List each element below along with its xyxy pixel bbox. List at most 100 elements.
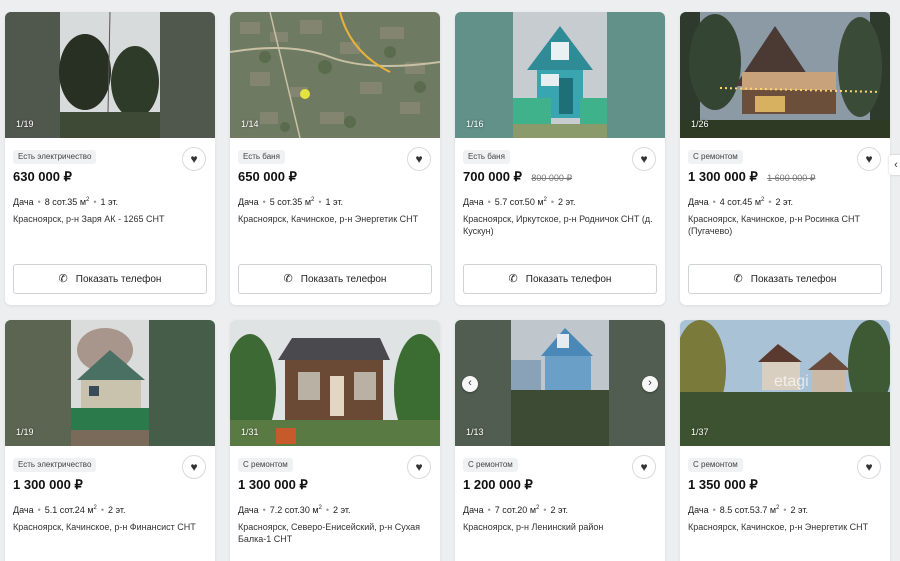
price-row: 1 350 000 ₽ xyxy=(688,476,763,494)
heart-icon[interactable]: ♥ xyxy=(407,455,431,479)
chevron-left-icon[interactable]: ‹ xyxy=(462,376,478,392)
address: Красноярск, Северо-Енисейский, р-н Сухая… xyxy=(238,522,421,544)
listing-card[interactable]: 1/16 Есть баня ♥ 700 000 ₽ 800 000 ₽ Дач… xyxy=(455,12,665,305)
price-row: 1 300 000 ₽ xyxy=(238,476,313,494)
floors: 2 эт. xyxy=(558,197,576,207)
photo-counter: 1/16 xyxy=(466,119,484,129)
floors: 2 эт. xyxy=(108,505,126,515)
area-unit-sup: 2 xyxy=(776,505,780,511)
area-unit-sup: 2 xyxy=(761,197,765,203)
listing-params: Дача • 5 сот.35 м2 • 1 эт. xyxy=(238,197,344,207)
area-unit-sup: 2 xyxy=(86,197,90,203)
show-phone-button[interactable]: ✆ Показать телефон xyxy=(238,264,432,294)
property-type: Дача xyxy=(463,505,484,515)
listings-grid: 1/19 Есть электричество ♥ 630 000 ₽ Дача… xyxy=(5,12,890,561)
listing-card[interactable]: etagi 1/37 С ремонтом ♥ 1 350 000 ₽ Дача… xyxy=(680,320,890,561)
listing-photo[interactable]: etagi 1/37 xyxy=(680,320,890,446)
feature-badge: С ремонтом xyxy=(463,458,518,472)
listing-photo[interactable]: ‹ › 1/13 xyxy=(455,320,665,446)
area-unit-sup: 2 xyxy=(311,197,315,203)
listing-photo[interactable]: 1/26 xyxy=(680,12,890,138)
listing-photo[interactable]: 1/14 xyxy=(230,12,440,138)
heart-icon[interactable]: ♥ xyxy=(857,455,881,479)
property-type: Дача xyxy=(463,197,484,207)
listing-card[interactable]: 1/14 Есть баня ♥ 650 000 ₽ Дача • 5 сот.35… xyxy=(230,12,440,305)
area: 8.5 сот.53.7 м xyxy=(719,505,777,515)
heart-icon[interactable]: ♥ xyxy=(857,147,881,171)
show-phone-button[interactable]: ✆ Показать телефон xyxy=(463,264,657,294)
heart-icon[interactable]: ♥ xyxy=(632,147,656,171)
show-phone-label: Показать телефон xyxy=(525,274,612,285)
floors: 2 эт. xyxy=(775,197,794,207)
price: 630 000 ₽ xyxy=(13,169,72,184)
listing-params: Дача • 5.7 сот.50 м2 • 2 эт. xyxy=(463,197,576,207)
photo-counter: 1/31 xyxy=(241,427,259,437)
feature-badge: Есть электричество xyxy=(13,458,97,472)
heart-icon[interactable]: ♥ xyxy=(407,147,431,171)
floors: 2 эт. xyxy=(333,505,351,515)
address: Красноярск, Качинское, р-н Росинка СНТ (… xyxy=(688,214,861,236)
area: 5 сот.35 м xyxy=(269,197,312,207)
phone-icon: ✆ xyxy=(508,273,518,285)
area-unit-sup: 2 xyxy=(536,505,540,511)
price: 1 300 000 ₽ xyxy=(13,477,83,492)
property-type: Дача xyxy=(13,197,34,207)
price: 1 300 000 ₽ xyxy=(238,477,308,492)
listing-card[interactable]: 1/19 Есть электричество ♥ 630 000 ₽ Дача… xyxy=(5,12,215,305)
listing-card[interactable]: 1/26 С ремонтом ♥ 1 300 000 ₽ 1 600 000 … xyxy=(680,12,890,305)
show-phone-label: Показать телефон xyxy=(300,274,387,285)
photo-counter: 1/19 xyxy=(16,119,34,129)
feature-badge: Есть электричество xyxy=(13,150,97,164)
show-phone-button[interactable]: ✆ Показать телефон xyxy=(13,264,207,294)
price: 1 300 000 ₽ xyxy=(688,169,758,184)
show-phone-label: Показать телефон xyxy=(750,274,837,285)
chevron-left-icon[interactable]: ‹ xyxy=(889,155,900,175)
area: 7 сот.20 м xyxy=(494,505,537,515)
phone-icon: ✆ xyxy=(58,273,68,285)
property-type: Дача xyxy=(238,197,259,207)
price: 1 350 000 ₽ xyxy=(688,477,758,492)
property-type: Дача xyxy=(13,505,34,515)
listing-photo[interactable]: 1/19 xyxy=(5,320,215,446)
listing-photo[interactable]: 1/19 xyxy=(5,12,215,138)
address: Красноярск, Качинское, р-н Энергетик СНТ xyxy=(238,214,419,224)
floors: 1 эт. xyxy=(325,197,344,207)
listing-card[interactable]: 1/31 С ремонтом ♥ 1 300 000 ₽ Дача • 7.2 с… xyxy=(230,320,440,561)
price-row: 700 000 ₽ 800 000 ₽ xyxy=(463,168,572,186)
show-phone-button[interactable]: ✆ Показать телефон xyxy=(688,264,882,294)
price-row: 1 300 000 ₽ 1 600 000 ₽ xyxy=(688,168,815,186)
price-row: 630 000 ₽ xyxy=(13,168,77,186)
property-type: Дача xyxy=(688,197,709,207)
listing-photo[interactable]: 1/16 xyxy=(455,12,665,138)
feature-badge: С ремонтом xyxy=(688,150,743,164)
photo-counter: 1/13 xyxy=(466,427,484,437)
area: 5.1 сот.24 м xyxy=(44,505,94,515)
area: 8 сот.35 м xyxy=(44,197,87,207)
price: 650 000 ₽ xyxy=(238,169,297,184)
listing-params: Дача • 4 сот.45 м2 • 2 эт. xyxy=(688,197,794,207)
show-phone-label: Показать телефон xyxy=(75,274,162,285)
price: 700 000 ₽ xyxy=(463,169,522,184)
heart-icon[interactable]: ♥ xyxy=(632,455,656,479)
chevron-right-icon[interactable]: › xyxy=(642,376,658,392)
floors: 1 эт. xyxy=(100,197,119,207)
area-unit-sup: 2 xyxy=(543,197,547,203)
feature-badge: С ремонтом xyxy=(238,458,293,472)
photo-counter: 1/14 xyxy=(241,119,259,129)
heart-icon[interactable]: ♥ xyxy=(182,147,206,171)
floors: 2 эт. xyxy=(550,505,569,515)
feature-badge: С ремонтом xyxy=(688,458,743,472)
area-unit-sup: 2 xyxy=(93,505,97,511)
listing-photo[interactable]: 1/31 xyxy=(230,320,440,446)
listing-params: Дача • 7 сот.20 м2 • 2 эт. xyxy=(463,505,569,515)
photo-counter: 1/37 xyxy=(691,427,709,437)
area: 4 сот.45 м xyxy=(719,197,762,207)
listing-card[interactable]: 1/19 Есть электричество ♥ 1 300 000 ₽ Да… xyxy=(5,320,215,561)
old-price: 1 600 000 ₽ xyxy=(767,173,816,183)
listing-params: Дача • 5.1 сот.24 м2 • 2 эт. xyxy=(13,505,126,515)
price-row: 1 300 000 ₽ xyxy=(13,476,88,494)
price: 1 200 000 ₽ xyxy=(463,477,533,492)
heart-icon[interactable]: ♥ xyxy=(182,455,206,479)
photo-counter: 1/26 xyxy=(691,119,709,129)
listing-card[interactable]: ‹ › 1/13 С ремонтом ♥ 1 200 000 ₽ Дача • 7… xyxy=(455,320,665,561)
